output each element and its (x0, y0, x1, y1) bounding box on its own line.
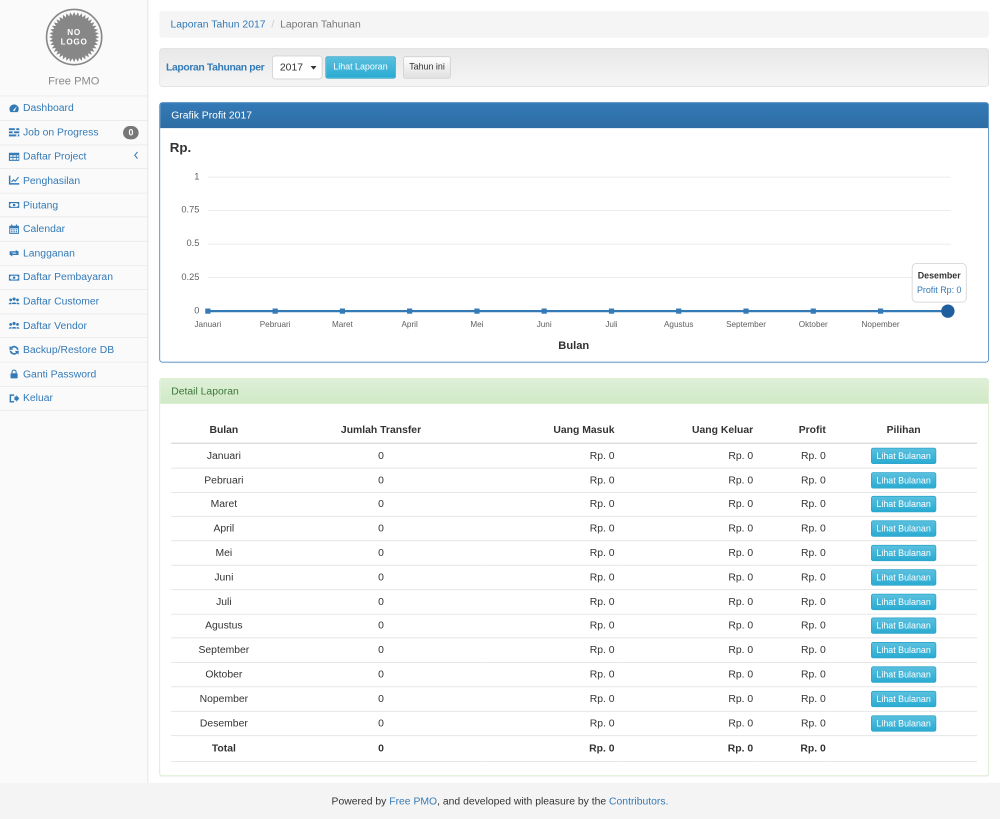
svg-text:NO: NO (67, 28, 81, 37)
svg-text:LOGO: LOGO (60, 37, 87, 46)
